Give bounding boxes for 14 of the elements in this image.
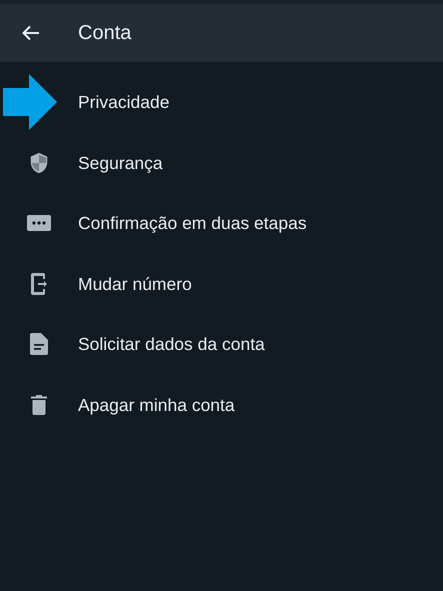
arrow-icon (3, 74, 57, 130)
trash-icon (31, 394, 47, 415)
settings-item[interactable]: Mudar número (0, 254, 443, 314)
shield-icon (28, 150, 50, 175)
settings-item[interactable]: Confirmação em duas etapas (0, 193, 443, 254)
settings-item[interactable]: Solicitar dados da conta (0, 314, 443, 374)
screen-title: Conta (78, 21, 132, 46)
settings-item[interactable]: Privacidade (0, 72, 443, 132)
password-icon (27, 215, 51, 232)
phone-exit-icon (30, 272, 48, 296)
settings-item[interactable]: Segurança (0, 132, 443, 193)
document-icon (30, 333, 48, 356)
back-arrow-icon (22, 25, 40, 41)
settings-item[interactable]: Apagar minha conta (0, 374, 443, 435)
